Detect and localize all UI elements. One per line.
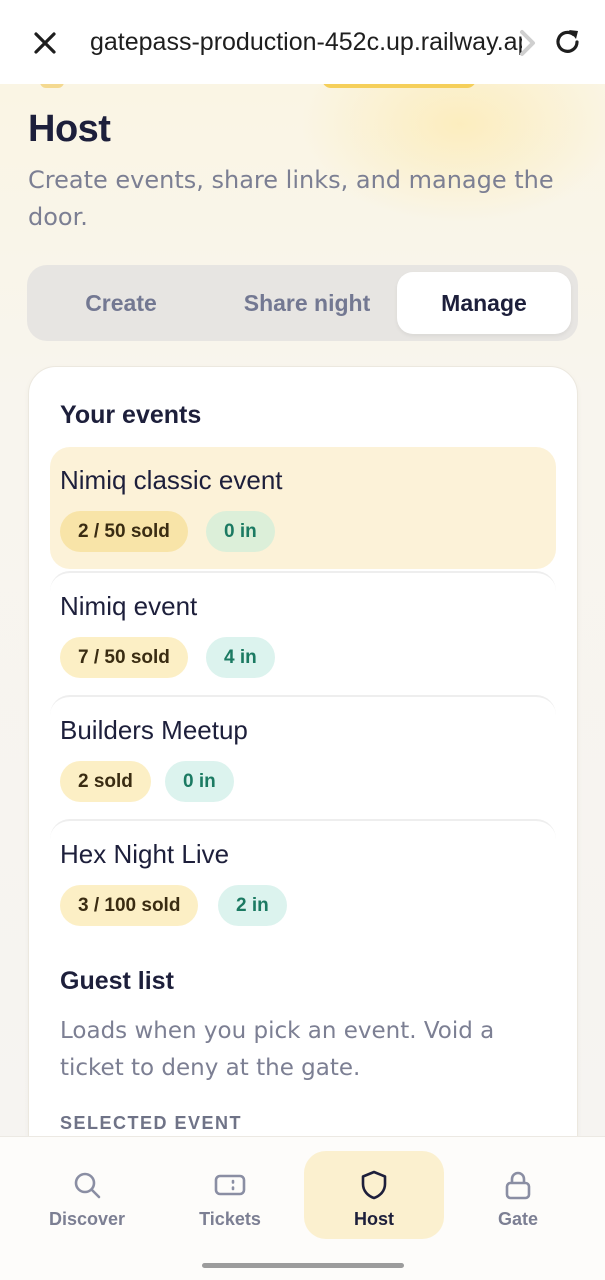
nav-label: Gate: [497, 1209, 539, 1229]
tab-create[interactable]: Create: [41, 272, 201, 334]
sold-badge: 3 / 100 sold: [60, 885, 199, 926]
event-name: Nimiq classic event: [60, 465, 283, 495]
checked-in-badge: 0 in: [165, 761, 234, 802]
page-subtitle: Create events, share links, and manage t…: [28, 166, 554, 231]
checked-in-badge: 4 in: [206, 637, 275, 678]
checked-in-badge: 2 in: [218, 885, 287, 926]
event-row[interactable]: Nimiq classic event 2 / 50 sold 0 in: [50, 447, 556, 569]
event-name: Nimiq event: [60, 591, 198, 621]
events-section-title: Your events: [60, 401, 202, 429]
reload-icon[interactable]: [552, 26, 584, 58]
tab-manage[interactable]: Manage: [397, 272, 571, 334]
tab-share-night[interactable]: Share night: [217, 272, 397, 334]
nav-label: Tickets: [199, 1209, 261, 1229]
close-icon[interactable]: [30, 28, 60, 58]
checked-in-badge: 0 in: [206, 511, 275, 552]
ticket-icon: [214, 1174, 246, 1196]
selected-event-label: SELECTED EVENT: [60, 1113, 243, 1133]
host-tabs: Create Share night Manage: [27, 265, 578, 341]
nav-discover[interactable]: Discover: [17, 1151, 157, 1239]
event-row[interactable]: Hex Night Live 3 / 100 sold 2 in: [50, 819, 556, 941]
decorative-dot: [40, 84, 64, 88]
event-row[interactable]: Builders Meetup 2 sold 0 in: [50, 695, 556, 817]
sold-badge: 2 sold: [60, 761, 151, 802]
decorative-pill: [322, 84, 476, 88]
nav-label: Discover: [48, 1209, 126, 1229]
manage-card: Your events Nimiq classic event 2 / 50 s…: [28, 366, 578, 1166]
nav-gate[interactable]: Gate: [448, 1151, 588, 1239]
nav-label: Host: [354, 1209, 394, 1229]
url-text[interactable]: gatepass-production-452c.up.railway.app: [90, 28, 522, 57]
bottom-nav: Discover Tickets Host Gate: [0, 1136, 605, 1280]
home-indicator: [202, 1263, 404, 1268]
shield-icon: [361, 1170, 387, 1200]
page-title: Host: [28, 108, 111, 150]
search-icon: [74, 1172, 101, 1199]
chevron-right-icon: [520, 30, 535, 56]
event-name: Builders Meetup: [60, 715, 248, 745]
lock-icon: [505, 1171, 531, 1200]
event-row[interactable]: Nimiq event 7 / 50 sold 4 in: [50, 571, 556, 693]
browser-bar: gatepass-production-452c.up.railway.app: [0, 0, 605, 84]
nav-host[interactable]: Host: [304, 1151, 444, 1239]
sold-badge: 2 / 50 sold: [60, 511, 188, 552]
event-name: Hex Night Live: [60, 839, 230, 869]
guest-list-title: Guest list: [60, 967, 174, 995]
nav-tickets[interactable]: Tickets: [160, 1151, 300, 1239]
guest-list-description: Loads when you pick an event. Void a tic…: [60, 1018, 495, 1081]
sold-badge: 7 / 50 sold: [60, 637, 188, 678]
